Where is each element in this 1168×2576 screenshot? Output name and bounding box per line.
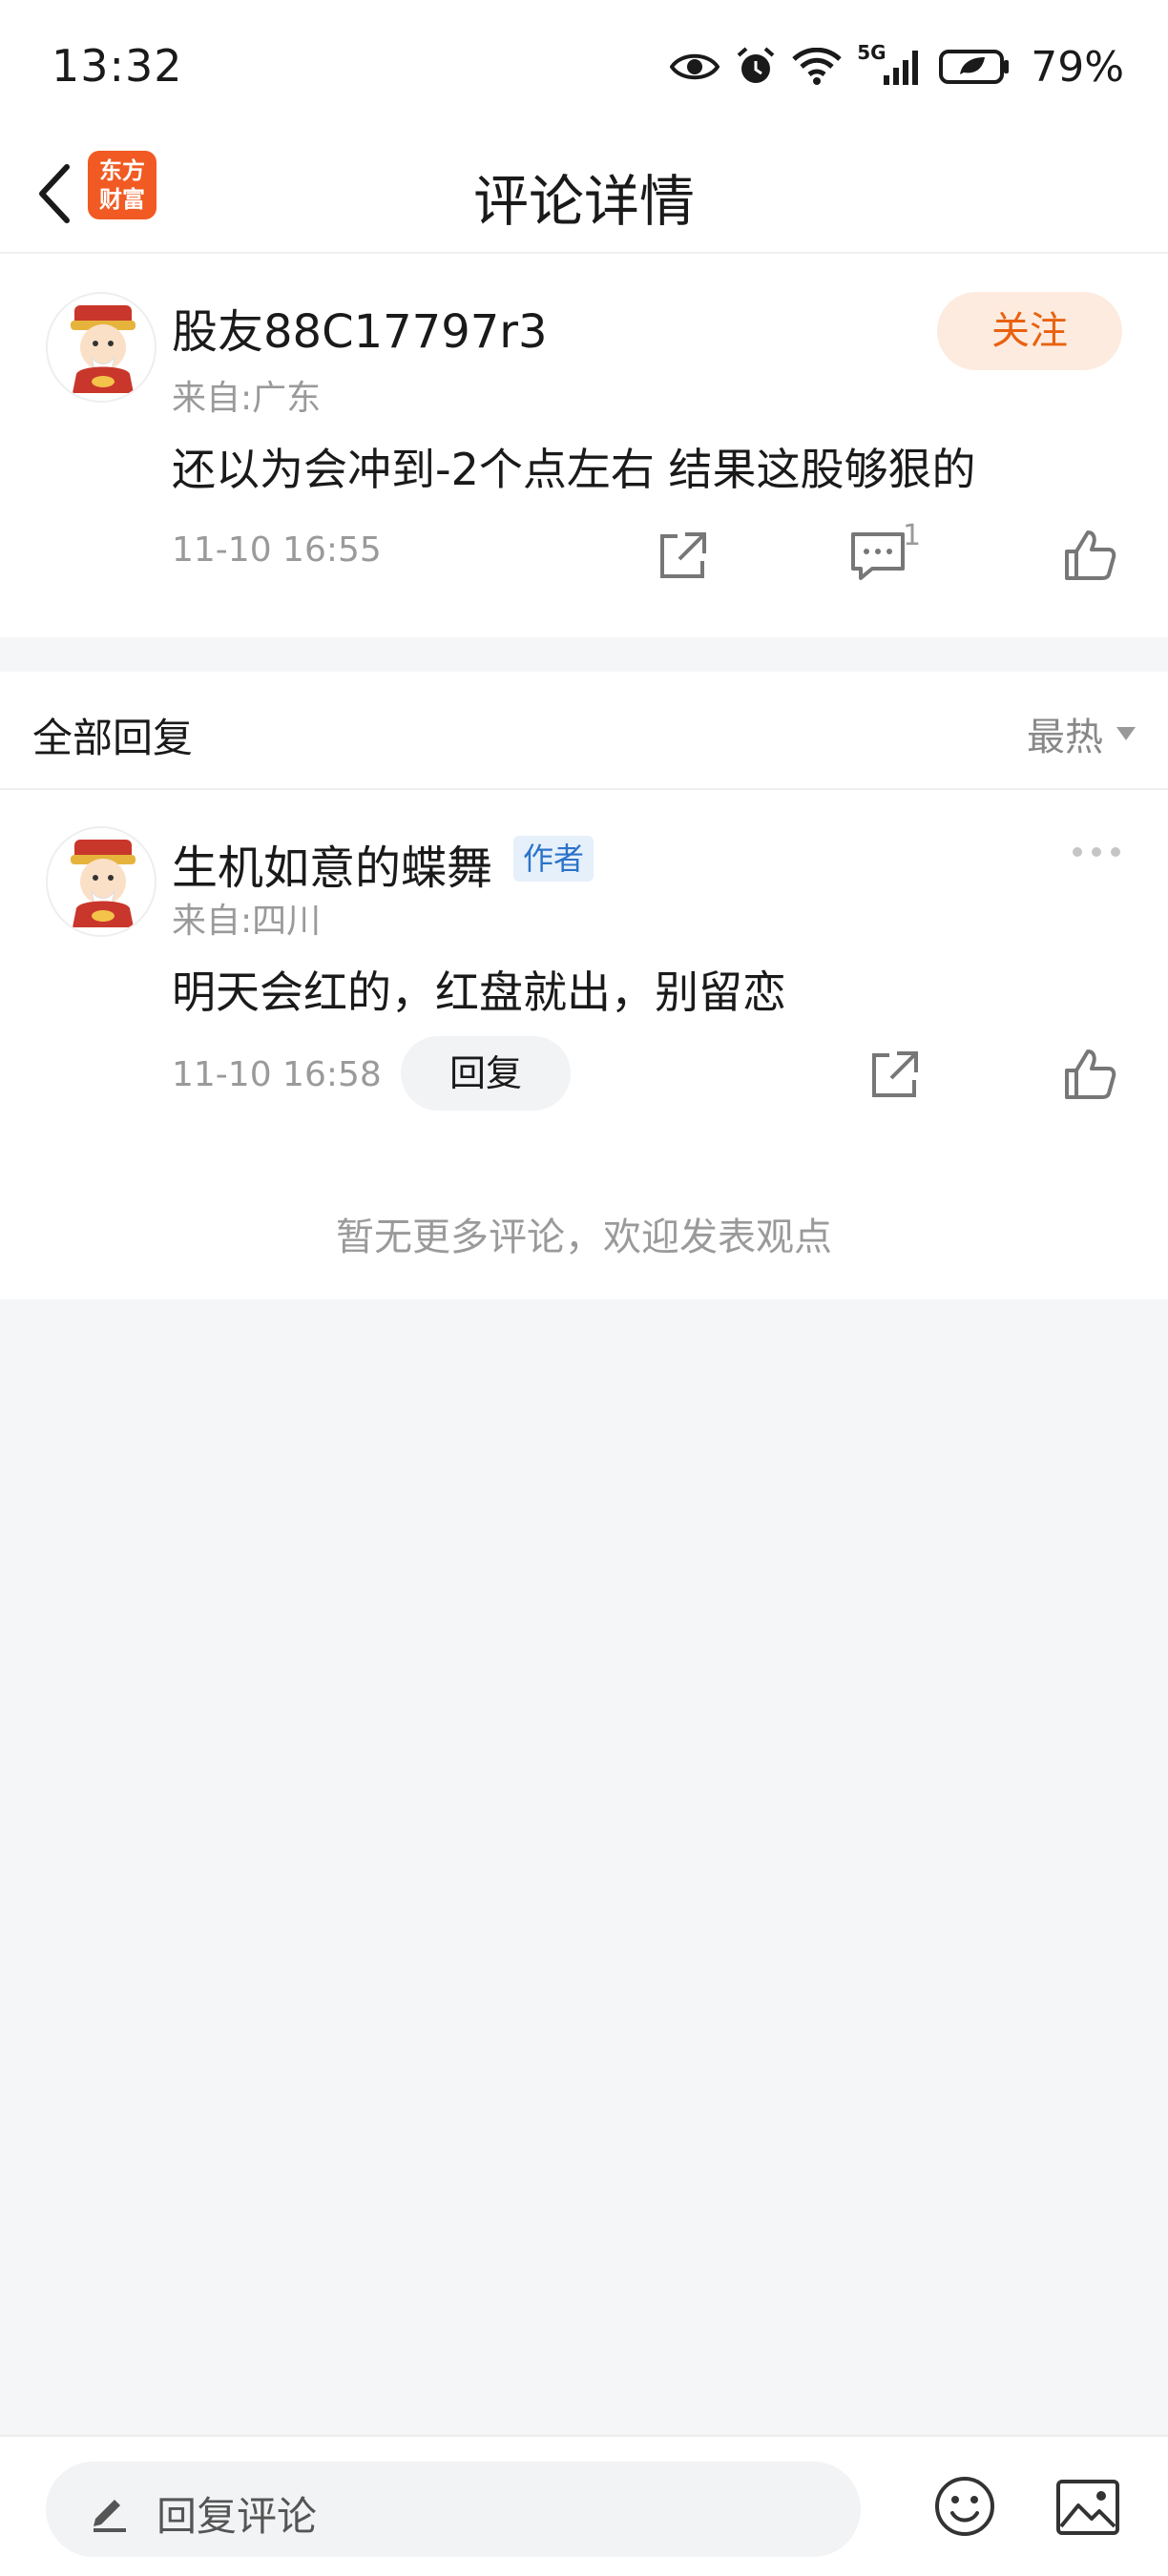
bottom-input-bar: 回复评论 bbox=[0, 2435, 1168, 2576]
dot-icon bbox=[1073, 847, 1082, 857]
status-time: 13:32 bbox=[52, 40, 183, 92]
sort-label: 最热 bbox=[1027, 716, 1103, 759]
image-button[interactable] bbox=[1055, 2479, 1120, 2536]
wifi-icon bbox=[792, 48, 842, 85]
image-icon bbox=[1056, 2480, 1119, 2535]
avatar[interactable] bbox=[46, 826, 156, 937]
avatar[interactable] bbox=[46, 292, 156, 403]
alarm-icon bbox=[737, 47, 775, 83]
thumbs-up-icon bbox=[1065, 530, 1116, 580]
signal-icon bbox=[884, 51, 919, 85]
reply-item: 生机如意的蝶舞 作者 来自:四川 明天会红的，红盘就出，别留恋 11-10 16… bbox=[0, 790, 1168, 1299]
replies-header: 全部回复 最热 bbox=[0, 672, 1168, 790]
caret-down-icon bbox=[1116, 727, 1136, 740]
location-label: 来自:四川 bbox=[172, 902, 322, 941]
reply-timestamp: 11-10 16:58 bbox=[172, 1055, 382, 1094]
reply-text: 明天会红的，红盘就出，别留恋 bbox=[172, 966, 786, 1018]
emoji-button[interactable] bbox=[933, 2475, 996, 2538]
status-bar: 13:32 5G 79% bbox=[0, 0, 1168, 134]
author-badge: 作者 bbox=[513, 836, 594, 882]
reply-input-placeholder: 回复评论 bbox=[156, 2493, 318, 2540]
like-button[interactable] bbox=[1059, 525, 1120, 586]
reply-count: 1 bbox=[903, 519, 922, 552]
comment-bubble-icon bbox=[851, 532, 905, 580]
battery-percent: 79% bbox=[1031, 42, 1124, 92]
eye-icon bbox=[670, 53, 720, 80]
network-indicator: 5G bbox=[857, 41, 924, 89]
username[interactable]: 股友88C17797r3 bbox=[172, 294, 548, 361]
username[interactable]: 生机如意的蝶舞 bbox=[172, 830, 492, 897]
main-comment: 股友88C17797r3 关注 来自:广东 还以为会冲到-2个点左右 结果这股够… bbox=[0, 254, 1168, 637]
reply-button[interactable]: 回复 bbox=[401, 1036, 571, 1111]
status-icons: 5G 79% bbox=[670, 38, 1124, 95]
comment-timestamp: 11-10 16:55 bbox=[172, 530, 382, 570]
comment-text: 还以为会冲到-2个点左右 结果这股够狠的 bbox=[172, 444, 976, 495]
battery-icon bbox=[939, 50, 1010, 84]
emoji-icon bbox=[935, 2477, 994, 2536]
share-icon bbox=[872, 1051, 918, 1097]
reply-comment-input[interactable]: 回复评论 bbox=[46, 2462, 861, 2557]
comment-button[interactable] bbox=[847, 525, 908, 586]
dot-icon bbox=[1111, 847, 1120, 857]
share-icon bbox=[660, 532, 706, 578]
more-options-button[interactable] bbox=[1073, 847, 1120, 857]
follow-button[interactable]: 关注 bbox=[937, 292, 1122, 370]
dot-icon bbox=[1092, 847, 1101, 857]
avatar-fortune-god-icon bbox=[71, 840, 136, 927]
avatar-fortune-god-icon bbox=[71, 305, 136, 393]
share-button[interactable] bbox=[865, 1044, 926, 1105]
all-replies-label: 全部回复 bbox=[32, 715, 194, 761]
like-button[interactable] bbox=[1059, 1044, 1120, 1105]
sort-dropdown[interactable]: 最热 bbox=[1027, 706, 1136, 761]
share-button[interactable] bbox=[653, 525, 714, 586]
no-more-comments-text: 暂无更多评论，欢迎发表观点 bbox=[336, 1215, 832, 1259]
header-bar: 东方 财富 评论详情 bbox=[0, 134, 1168, 254]
thumbs-up-icon bbox=[1065, 1049, 1116, 1099]
location-label: 来自:广东 bbox=[172, 379, 322, 418]
pencil-icon bbox=[94, 2500, 126, 2532]
page-title: 评论详情 bbox=[472, 169, 695, 234]
